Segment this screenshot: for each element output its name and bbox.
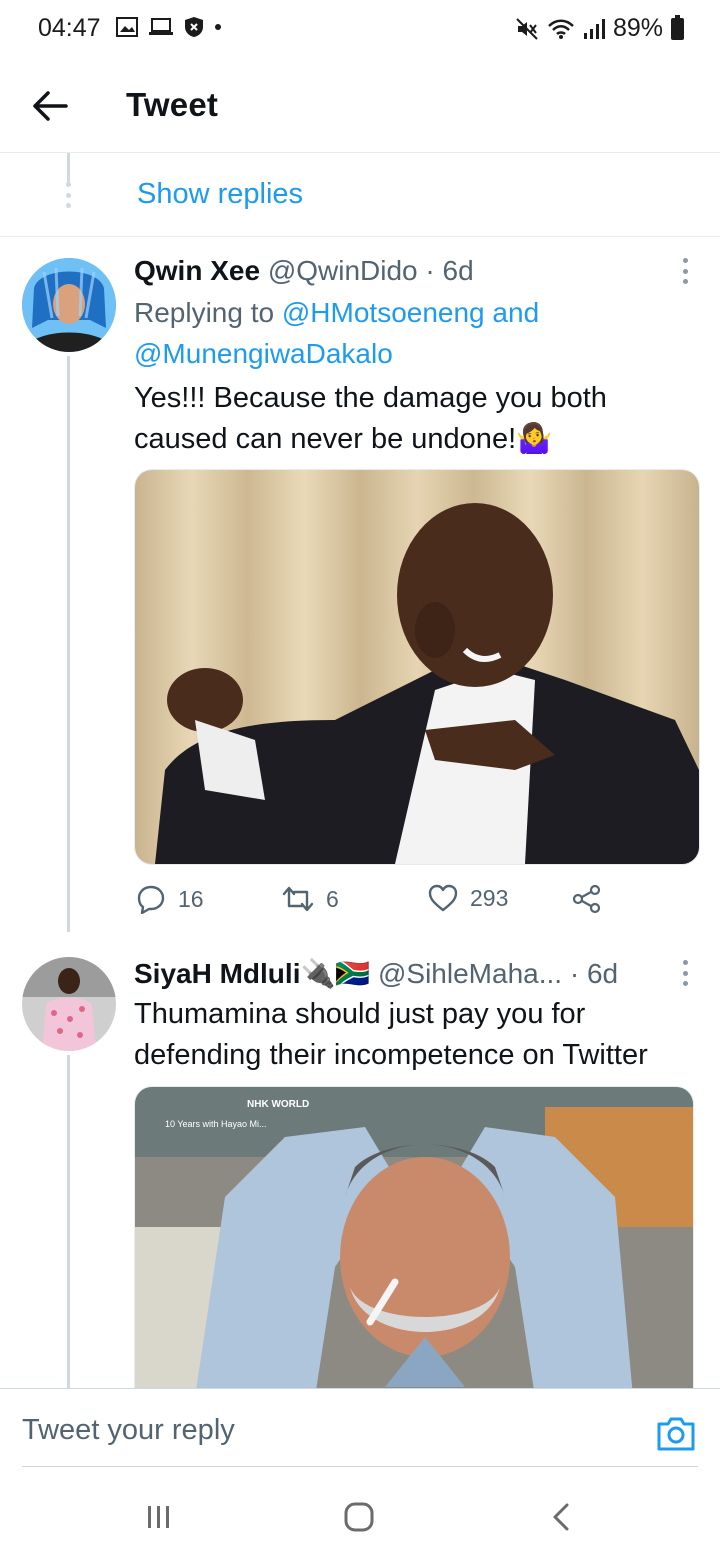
tweet-image[interactable] [134, 469, 700, 865]
reply-input-underline [22, 1466, 698, 1467]
tweet-time: · 6d [425, 255, 474, 286]
heart-icon [428, 884, 458, 912]
image-notification-icon [116, 17, 138, 37]
author-handle[interactable]: @SihleMaha... [378, 958, 562, 989]
author-handle[interactable]: @QwinDido [268, 255, 418, 286]
avatar[interactable] [22, 957, 116, 1051]
mute-icon [516, 17, 538, 40]
back-nav-icon[interactable] [550, 1502, 572, 1532]
dot-notification-icon [215, 24, 221, 30]
shield-notification-icon [185, 17, 203, 37]
author-name-emoji: 🔌🇿🇦 [300, 958, 371, 989]
retweet-icon [282, 886, 314, 912]
status-notification-icons [116, 16, 222, 38]
battery-icon [671, 14, 684, 40]
top-app-bar: Tweet [0, 60, 720, 153]
like-count: 293 [470, 884, 509, 911]
show-replies-link[interactable]: Show replies [137, 178, 303, 211]
tweet-author-line: SiyaH Mdluli🔌🇿🇦 @SihleMaha... · 6d [134, 957, 618, 990]
replying-to-prefix: Replying to [134, 297, 282, 328]
system-nav-bar [0, 1468, 720, 1560]
share-button[interactable] [572, 884, 602, 914]
reply-icon [137, 885, 165, 914]
laptop-notification-icon [149, 18, 173, 35]
more-options-icon[interactable] [681, 960, 689, 986]
author-name[interactable]: Qwin Xee [134, 255, 260, 286]
status-bar: 04:47 89% [0, 0, 720, 60]
thread-line [67, 356, 70, 932]
home-icon[interactable] [344, 1502, 374, 1532]
status-right: 89% [515, 14, 684, 43]
divider [0, 236, 720, 237]
thread-line [67, 1055, 70, 1388]
mention-conjunction: and [484, 297, 540, 328]
tweet-author-line: Qwin Xee @QwinDido · 6d [134, 255, 474, 287]
page-title: Tweet [126, 86, 219, 123]
mention-link[interactable]: @HMotsoeneng [282, 297, 485, 328]
tweet-image[interactable]: NHK WORLD 10 Years with Hayao Mi... [134, 1086, 694, 1398]
author-name[interactable]: SiyaH Mdluli [134, 958, 300, 989]
mention-link[interactable]: @MunengiwaDakalo [134, 338, 393, 369]
thread-ellipsis-icon [64, 182, 72, 208]
replying-to: Replying to @HMotsoeneng and @MunengiwaD… [134, 292, 694, 374]
tweet-time: · 6d [569, 958, 619, 989]
media-subcaption: 10 Years with Hayao Mi... [165, 1119, 267, 1129]
reply-count: 16 [178, 885, 204, 912]
back-arrow-icon[interactable] [30, 86, 70, 126]
retweet-count: 6 [326, 885, 339, 912]
wifi-icon [548, 19, 574, 39]
like-button[interactable]: 293 [428, 884, 508, 912]
battery-percent: 89% [612, 14, 663, 42]
tweet-text: Thumamina should just pay you for defend… [134, 998, 648, 1071]
signal-icon [583, 18, 605, 39]
more-options-icon[interactable] [681, 258, 689, 284]
share-icon [572, 884, 601, 914]
retweet-button[interactable]: 6 [282, 884, 339, 914]
reply-button[interactable]: 16 [136, 884, 204, 914]
media-caption: NHK WORLD [247, 1099, 309, 1110]
avatar[interactable] [22, 258, 116, 352]
reply-input[interactable]: Tweet your reply [22, 1414, 235, 1447]
status-time: 04:47 [38, 14, 101, 42]
thread-line [67, 153, 70, 183]
shrug-emoji: 🤷‍♀️ [516, 423, 553, 455]
recent-apps-icon[interactable] [146, 1504, 172, 1530]
tweet-text: Yes!!! Because the damage you both cause… [134, 378, 694, 460]
camera-icon[interactable] [656, 1414, 696, 1452]
